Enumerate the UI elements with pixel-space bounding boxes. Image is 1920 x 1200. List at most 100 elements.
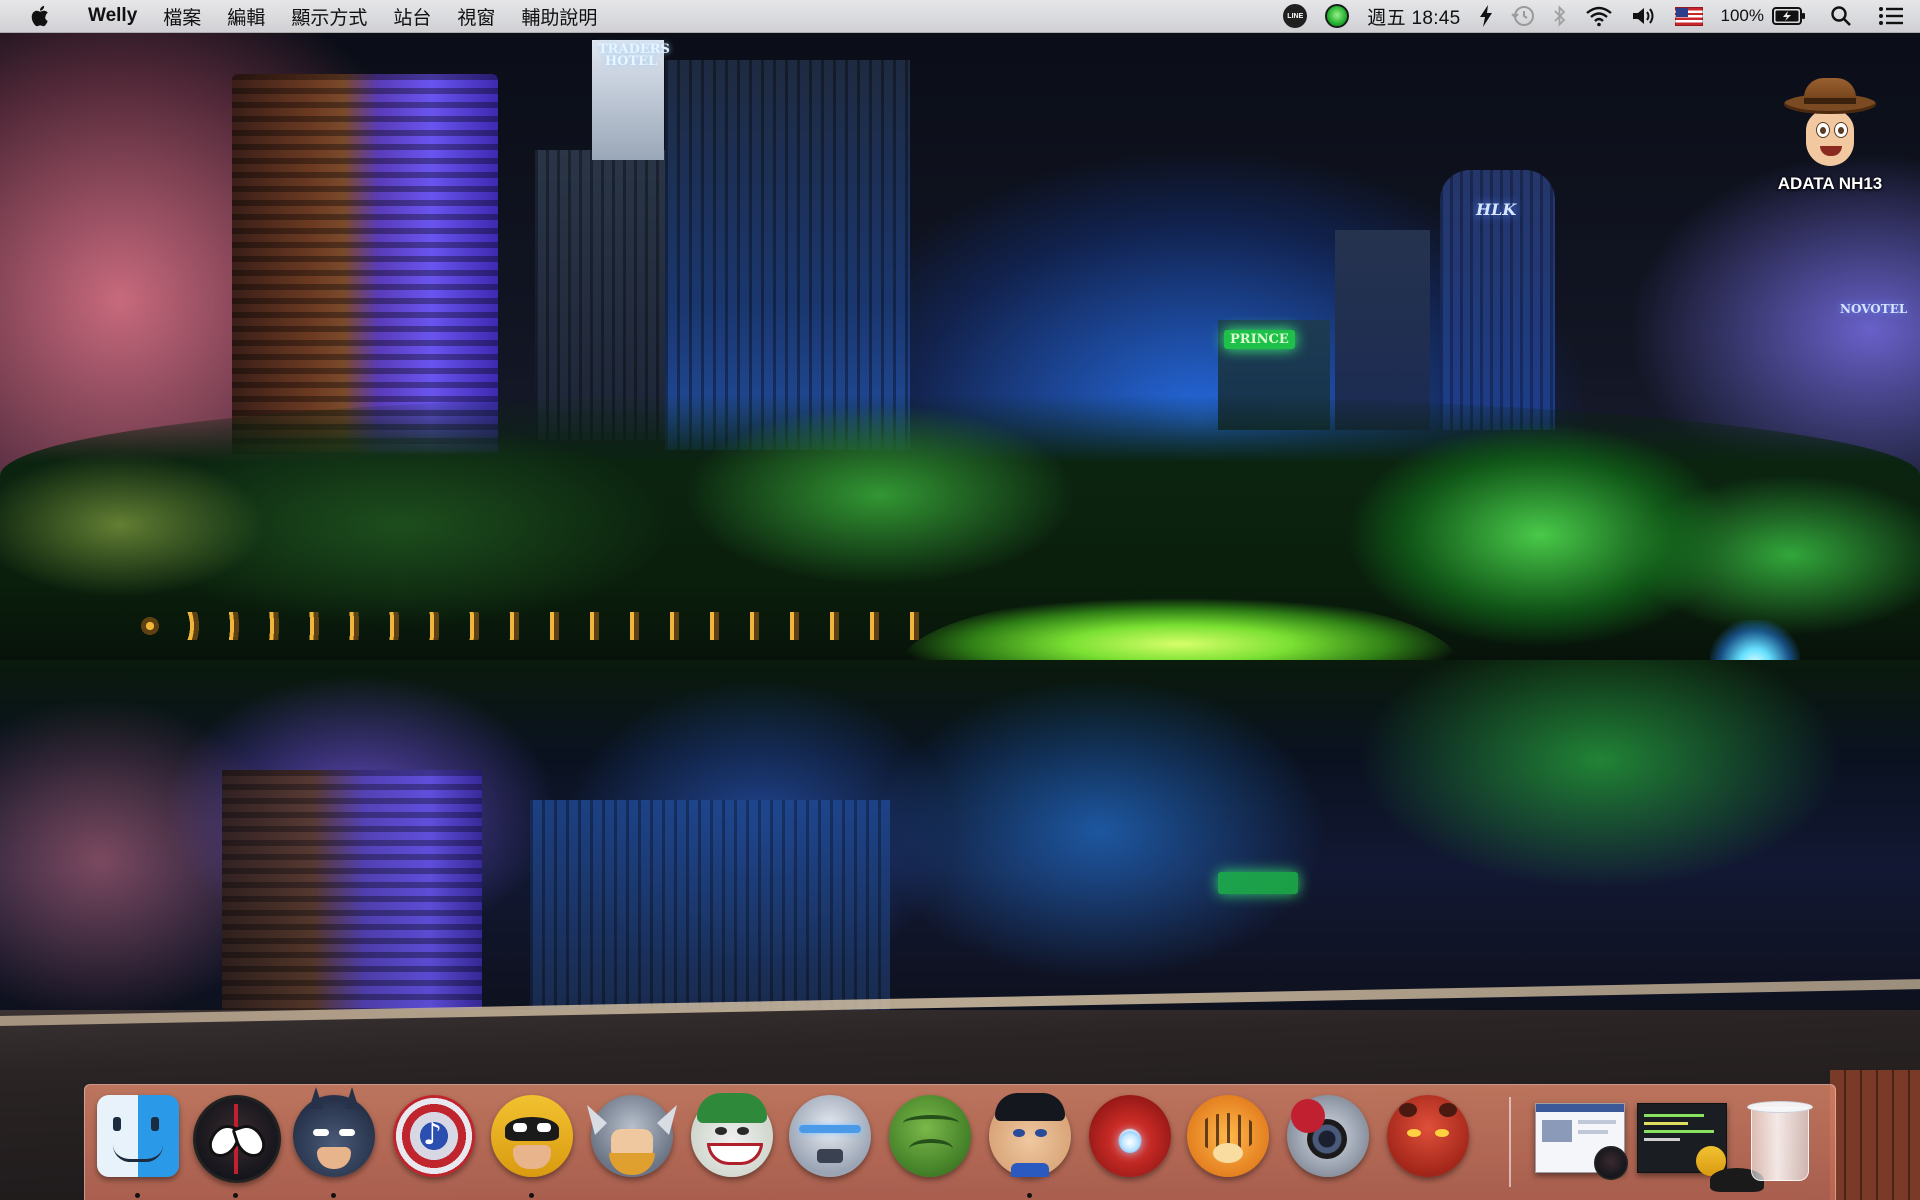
dock-batman[interactable] — [291, 1095, 377, 1198]
hellboy-icon — [1387, 1095, 1469, 1177]
spotlight-search-icon[interactable] — [1830, 5, 1852, 27]
desktop-drive-adata[interactable]: ADATA NH13 — [1760, 72, 1900, 212]
dock-hellboy[interactable] — [1385, 1095, 1471, 1181]
music-note-icon: ♪ — [423, 1117, 443, 1152]
dock-hulk[interactable] — [887, 1095, 973, 1181]
hulk-fist-icon — [889, 1095, 971, 1177]
batman-icon — [293, 1095, 375, 1177]
batman-jaw — [317, 1147, 351, 1169]
thor-beard — [609, 1153, 655, 1175]
drive-label: ADATA NH13 — [1777, 174, 1883, 193]
green-status-icon[interactable] — [1325, 4, 1350, 28]
terminal-window-thumbnail[interactable] — [1637, 1103, 1764, 1192]
woody-hat-band — [1804, 98, 1856, 104]
time-machine-icon[interactable] — [1510, 4, 1535, 28]
spiderman-mask — [1291, 1099, 1325, 1133]
dock-iron-patriot[interactable] — [787, 1095, 873, 1181]
wolverine-icon — [491, 1095, 573, 1177]
browser-thumb-line — [1578, 1130, 1608, 1134]
dock-captain-america[interactable]: ♪ — [391, 1095, 477, 1181]
dock-superman[interactable] — [987, 1093, 1073, 1198]
terminal-thumb-line — [1644, 1130, 1714, 1133]
menu-view[interactable]: 顯示方式 — [291, 3, 367, 30]
dock-separator — [1509, 1097, 1511, 1187]
dock-wolverine[interactable] — [489, 1095, 575, 1198]
menu-bar-left: Welly 檔案 編輯 顯示方式 站台 視窗 輔助說明 — [0, 0, 623, 32]
battery-percent[interactable]: 100% — [1721, 6, 1764, 26]
hellboy-eye-right — [1435, 1129, 1449, 1137]
dock-finder[interactable] — [95, 1095, 181, 1198]
tigger-icon — [1187, 1095, 1269, 1177]
dock-spiderman[interactable] — [193, 1095, 281, 1198]
captain-america-shield-icon: ♪ — [393, 1095, 475, 1177]
running-indicator — [331, 1193, 336, 1198]
superman-eye-right — [1035, 1129, 1047, 1137]
spiderman-badge-icon — [1594, 1146, 1628, 1180]
running-indicator — [1027, 1193, 1032, 1198]
line-icon[interactable]: LINE — [1283, 4, 1308, 28]
trash-can — [1751, 1107, 1809, 1181]
wallpaper-building-left — [232, 74, 498, 454]
wallpaper-tiles — [1830, 1070, 1920, 1200]
joker-eye-right — [737, 1127, 749, 1135]
menu-bar: Welly 檔案 編輯 顯示方式 站台 視窗 輔助說明 LINE 週五 18:4… — [0, 0, 1920, 33]
dock-thor[interactable] — [589, 1095, 675, 1181]
joker-icon — [691, 1093, 773, 1177]
sign-traders-hotel: TRADERS HOTEL — [598, 42, 670, 69]
apple-menu-icon[interactable] — [30, 4, 52, 28]
finder-icon — [97, 1095, 179, 1177]
menu-clock[interactable]: 週五 18:45 — [1367, 3, 1460, 30]
joker-grin — [707, 1143, 763, 1165]
trash-icon[interactable] — [1747, 1099, 1813, 1181]
woody-drive-icon — [1782, 72, 1878, 168]
wolverine-jaw — [513, 1145, 551, 1169]
menu-window[interactable]: 視窗 — [457, 3, 495, 30]
menu-app-name[interactable]: Welly — [88, 5, 137, 27]
dock-iron-man[interactable] — [1087, 1095, 1173, 1181]
running-indicator — [233, 1193, 238, 1198]
us-flag-icon[interactable] — [1674, 6, 1703, 26]
running-indicator — [135, 1193, 140, 1198]
dock-tigger[interactable] — [1185, 1095, 1271, 1181]
volume-icon[interactable] — [1631, 5, 1657, 27]
woody-eye-left — [1816, 122, 1830, 138]
menu-edit[interactable]: 編輯 — [227, 3, 265, 30]
superman-eye-left — [1013, 1129, 1025, 1137]
notification-center-icon[interactable] — [1878, 6, 1904, 26]
bluetooth-icon[interactable] — [1553, 5, 1567, 27]
terminal-thumb-line — [1644, 1138, 1680, 1141]
sign-hlk: HLK — [1476, 200, 1517, 219]
sign-novotel: NOVOTEL — [1840, 302, 1908, 316]
finder-smile — [113, 1145, 163, 1162]
dock: ♪ — [84, 1084, 1836, 1200]
green-status-dot — [1325, 4, 1350, 28]
wallpaper-reflection-prince — [1218, 872, 1298, 894]
superman-icon — [989, 1093, 1071, 1177]
dock-spiderman-camera[interactable] — [1285, 1095, 1371, 1181]
terminal-thumb-line — [1644, 1114, 1704, 1117]
superman-chest — [1011, 1163, 1049, 1177]
menu-sites[interactable]: 站台 — [393, 3, 431, 30]
dock-joker[interactable] — [689, 1093, 775, 1181]
terminal-thumb-line — [1644, 1122, 1688, 1125]
iron-patriot-icon — [789, 1095, 871, 1177]
wallpaper-lights — [140, 612, 940, 640]
menu-help[interactable]: 輔助說明 — [521, 3, 597, 30]
iron-man-hand-icon — [1089, 1095, 1171, 1177]
batman-eye-left — [313, 1129, 329, 1136]
menu-file[interactable]: 檔案 — [163, 3, 201, 30]
battery-icon[interactable] — [1772, 7, 1806, 25]
browser-window-thumbnail[interactable] — [1535, 1103, 1628, 1180]
batman-eye-right — [339, 1129, 355, 1136]
wallpaper-building-traders — [665, 60, 910, 450]
desktop: TRADERS HOTEL PRINCE HLK NOVOTEL Welly 檔… — [0, 0, 1920, 1200]
power-flash-icon[interactable] — [1479, 5, 1493, 27]
hellboy-eye-left — [1407, 1129, 1421, 1137]
wolverine-badge-icon — [1696, 1146, 1764, 1192]
wolverine-eye-left — [513, 1123, 527, 1132]
input-source-flag — [1674, 6, 1703, 26]
sign-prince: PRINCE — [1224, 330, 1295, 349]
menu-bar-status: LINE 週五 18:45 100% — [1265, 0, 1920, 32]
wifi-icon[interactable] — [1585, 5, 1613, 27]
running-indicator — [529, 1193, 534, 1198]
